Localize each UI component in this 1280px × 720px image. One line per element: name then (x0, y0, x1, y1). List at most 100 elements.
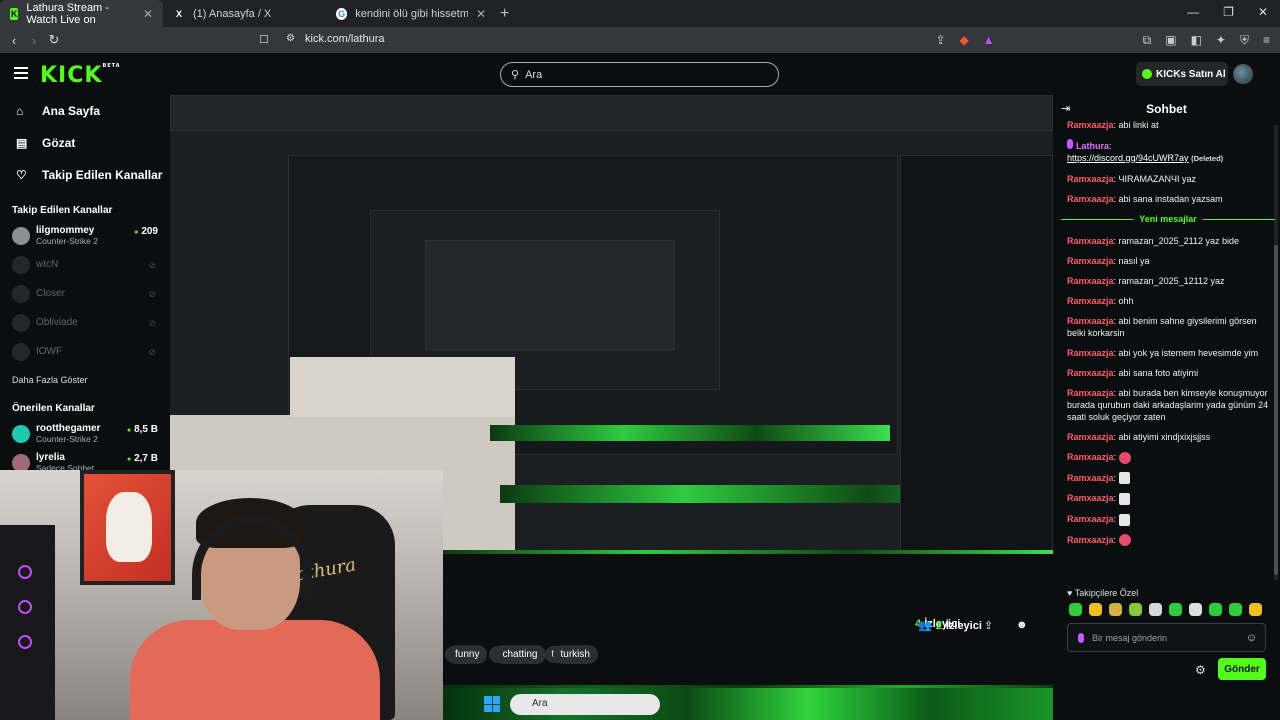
discord-link[interactable]: https://discord.gg/94cUWR7ay (1067, 153, 1189, 163)
menu-icon[interactable]: ≡ (1263, 33, 1270, 48)
maximize-icon[interactable]: ❐ (1223, 5, 1234, 19)
reload-icon[interactable]: ↻ (44, 32, 64, 48)
site-info-icon[interactable]: ⚙ (286, 33, 295, 44)
channel-avatar (12, 285, 30, 303)
chat-message-input[interactable]: Bir mesaj gönderin ☺ (1067, 623, 1266, 652)
sidebar-item-home[interactable]: ⌂ Ana Sayfa (0, 95, 170, 127)
channel-item-offline[interactable]: wtcN ⊘ (0, 251, 170, 280)
sidebar-item-following[interactable]: ♡ Takip Edilen Kanallar (0, 159, 170, 191)
browser-tab-bar: K Lathura Stream - Watch Live on ✕ X (1)… (0, 0, 1280, 27)
tab-label: (1) Anasayfa / X (193, 7, 272, 20)
tag-chip[interactable]: funny (447, 645, 488, 664)
bookmark-icon[interactable]: ☐ (259, 33, 269, 46)
user-options-icon[interactable]: ☻ (1016, 619, 1028, 631)
emote-icon[interactable] (1209, 603, 1222, 616)
channel-item[interactable]: lilgmommey Counter-Strike 2 209 (0, 222, 170, 251)
emoji-icon[interactable]: ☺ (1246, 632, 1257, 644)
rewards-icon[interactable]: ▲ (983, 33, 995, 48)
sidebar-toggle-icon[interactable]: ◧ (1191, 33, 1202, 48)
tab-lathura[interactable]: K Lathura Stream - Watch Live on ✕ (0, 0, 163, 27)
viewers-icon: 👥 (918, 620, 932, 632)
chat-settings-icon[interactable]: ⚙ (1195, 663, 1206, 677)
chat-message: Ramxaazja: abi sana foto atiyimi (1067, 368, 1199, 378)
extensions-icon[interactable]: ⧉ (1143, 33, 1152, 48)
send-button[interactable]: Gönder (1218, 658, 1266, 680)
pc-case (0, 525, 55, 720)
show-more-link[interactable]: Daha Fazla Göster (0, 367, 170, 393)
channel-avatar (12, 314, 30, 332)
progress-line (442, 550, 1053, 554)
channel-item-offline[interactable]: IOWF ⊘ (0, 338, 170, 367)
mod-badge-icon (1067, 139, 1073, 149)
chat-message: Ramxaazja: ЧІRAMAZANЧІ yaz (1067, 174, 1197, 184)
search-input[interactable]: ⚲ Ara (500, 62, 779, 87)
close-window-icon[interactable]: ✕ (1258, 5, 1268, 19)
chat-message: Ramxaazja: (1067, 513, 1272, 526)
close-tab-icon[interactable]: ✕ (476, 7, 486, 21)
chat-message: Ramxaazja: (1067, 492, 1272, 505)
browse-icon: ▤ (16, 136, 28, 150)
chat-message: Ramxaazja: abi benim sahne giysilerimi g… (1067, 316, 1257, 338)
back-icon[interactable]: ‹ (4, 33, 24, 48)
share-page-icon[interactable]: ⇪ (935, 33, 945, 48)
buy-kicks-button[interactable]: KICKs Satın Al (1136, 62, 1228, 86)
channel-avatar (12, 227, 30, 245)
followed-channels-heading: Takip Edilen Kanallar (12, 205, 113, 216)
new-tab-icon[interactable]: + (500, 5, 509, 23)
minimize-icon[interactable]: — (1187, 5, 1199, 19)
channel-item-offline[interactable]: Closer ⊘ (0, 280, 170, 309)
channel-avatar (12, 425, 30, 443)
search-placeholder: Ara (525, 68, 543, 81)
emote-icon[interactable] (1189, 603, 1202, 616)
window-controls: — ❐ ✕ (1187, 5, 1268, 19)
user-avatar[interactable] (1233, 64, 1253, 84)
kick-favicon-icon: K (10, 7, 19, 20)
tag-chip[interactable]: chatting (494, 645, 546, 664)
tab-google-search[interactable]: G kendini ölü gibi hissetmek - Google'da… (326, 0, 496, 27)
emote-icon[interactable] (1129, 603, 1142, 616)
chat-messages: Ramxaazja: abi linki at Lathura: https:/… (1067, 119, 1272, 554)
new-messages-divider: Yeni mesajlar (1061, 213, 1275, 225)
channel-item-offline[interactable]: Obliviade ⊘ (0, 309, 170, 338)
sidebar-item-browse[interactable]: ▤ Gözat (0, 127, 170, 159)
kick-logo[interactable]: KICKBETA (40, 63, 121, 88)
chat-message: Ramxaazja: (1067, 472, 1272, 485)
channel-avatar (12, 343, 30, 361)
chat-scroll-thumb[interactable] (1274, 245, 1278, 575)
x-favicon-icon: X (175, 8, 182, 19)
url-field[interactable]: kick.com/lathura (305, 33, 384, 45)
emote-icon[interactable] (1229, 603, 1242, 616)
chat-message: Ramxaazja: abi sana instadan yazsam (1067, 194, 1223, 204)
emote-icon[interactable] (1109, 603, 1122, 616)
chat-message: Ramxaazja: abi burada ben kimseyle konuş… (1067, 388, 1269, 422)
inner-webcam-2 (290, 357, 515, 417)
close-tab-icon[interactable]: ✕ (143, 7, 153, 21)
emote-icon (1118, 534, 1131, 547)
badge-icon (1078, 632, 1084, 643)
wallet-icon[interactable]: ▣ (1165, 33, 1176, 48)
emote-icon[interactable] (1089, 603, 1102, 616)
tab-x-home[interactable]: X (1) Anasayfa / X (163, 0, 326, 27)
address-bar: ‹ › ↻ ☐ ⚙ kick.com/lathura ⇪ ◆ ▲ ⧉ ▣ ◧ ✦… (0, 27, 1280, 53)
channel-item[interactable]: rootthegamer Counter-Strike 2 8,5 B (0, 420, 170, 449)
chat-message: Ramxaazja: nasıl ya (1067, 256, 1150, 266)
kick-header: KICKBETA ⚲ Ara KICKs Satın Al (0, 53, 1280, 95)
share-icon[interactable]: ⇪ (984, 619, 993, 632)
tag-chip[interactable]: turkish (552, 645, 598, 664)
hamburger-menu-icon[interactable] (14, 67, 28, 79)
google-favicon-icon: G (336, 7, 348, 20)
chat-message: Ramxaazja: (1067, 451, 1272, 464)
forward-icon[interactable]: › (24, 33, 44, 48)
emote-icon[interactable] (1069, 603, 1082, 616)
kicks-icon (1142, 69, 1152, 79)
chat-message: Lathura: https://discord.gg/94cUWR7ay (D… (1067, 139, 1224, 163)
vpn-icon[interactable]: ⛨ (1240, 33, 1249, 48)
emote-icon[interactable] (1149, 603, 1162, 616)
brave-shield-icon[interactable]: ◆ (960, 33, 969, 48)
tab-label: Lathura Stream - Watch Live on (26, 1, 109, 26)
offline-icon: ⊘ (148, 347, 156, 357)
stream-tags: funny chatting turkish (447, 645, 598, 664)
leo-ai-icon[interactable]: ✦ (1216, 33, 1226, 48)
emote-icon[interactable] (1169, 603, 1182, 616)
emote-icon[interactable] (1249, 603, 1262, 616)
